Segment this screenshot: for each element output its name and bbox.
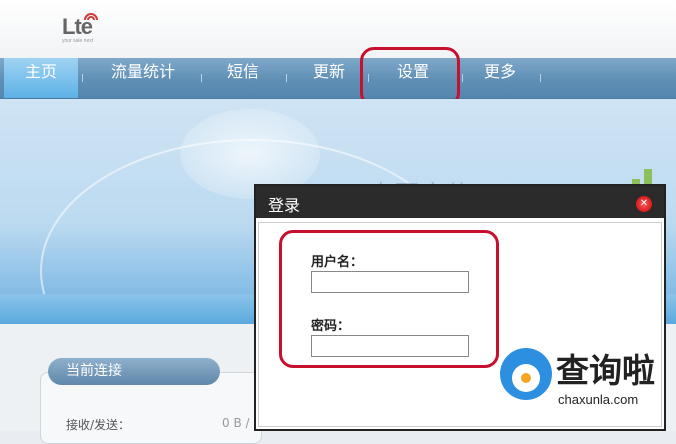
nav-divider (540, 74, 541, 82)
nav-divider (462, 74, 463, 82)
settings-highlight-ring (360, 47, 460, 107)
nav-item-sms[interactable]: 短信 (212, 58, 274, 98)
header: Lte your sale next (0, 0, 676, 58)
nav-divider (286, 74, 287, 82)
dialog-title: 登录 (268, 196, 301, 215)
dialog-titlebar: 登录 ✕ (256, 186, 664, 218)
main-nav: 主页 流量统计 短信 更新 设置 更多 (0, 58, 676, 99)
search-logo-icon (500, 348, 552, 400)
chaxunla-watermark: 查询啦 chaxunla.com (500, 344, 676, 410)
credentials-highlight-ring (279, 230, 499, 368)
nav-divider (82, 74, 83, 82)
nav-item-more[interactable]: 更多 (468, 58, 532, 98)
lte-logo: Lte your sale next (62, 10, 106, 46)
watermark-title: 查询啦 (556, 351, 655, 390)
logo-tagline: your sale next (62, 38, 94, 44)
nav-item-traffic-stats[interactable]: 流量统计 (96, 58, 190, 98)
nav-item-update[interactable]: 更新 (298, 58, 360, 98)
nav-divider (201, 74, 202, 82)
signal-waves-icon (84, 13, 98, 21)
watermark-url: chaxunla.com (558, 392, 639, 407)
nav-item-home[interactable]: 主页 (4, 58, 78, 98)
rx-tx-label: 接收/发送： (66, 418, 131, 432)
close-icon[interactable]: ✕ (636, 196, 652, 212)
connection-panel-tab: 当前连接 (48, 358, 220, 385)
